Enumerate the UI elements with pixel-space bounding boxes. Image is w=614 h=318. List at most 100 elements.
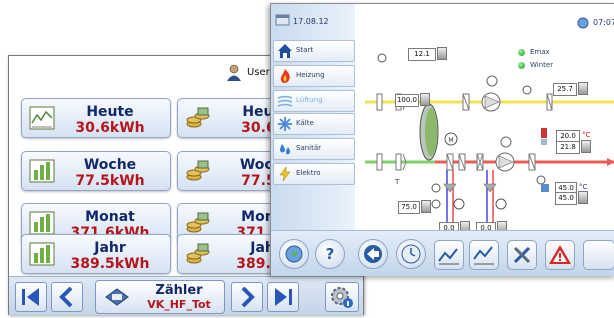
menu-lueftung[interactable]: Lüftung bbox=[273, 90, 355, 112]
back-arrow-icon bbox=[364, 245, 382, 263]
menu-heizung-label: Heizung bbox=[296, 71, 325, 79]
trend-icon bbox=[473, 246, 494, 265]
alarm-button[interactable] bbox=[545, 240, 575, 270]
time-label: 07:07:1 bbox=[593, 18, 614, 27]
menu-heizung[interactable]: Heizung bbox=[273, 65, 355, 87]
date-label: 17.08.12 bbox=[293, 17, 329, 26]
calendar-icon bbox=[275, 14, 290, 26]
chevron-left-icon bbox=[59, 286, 73, 308]
hvac-window: 17.08.12 Start Heizung Lüftung Kälte San… bbox=[270, 3, 614, 276]
energy-month-label: Monat bbox=[85, 209, 135, 225]
globe-button[interactable] bbox=[279, 239, 309, 269]
menu-elektro[interactable]: Elektro bbox=[273, 163, 355, 185]
menu-elektro-label: Elektro bbox=[296, 169, 321, 177]
first-button[interactable] bbox=[15, 282, 47, 312]
meter-icon bbox=[105, 288, 129, 306]
bar-chart-icon bbox=[29, 159, 55, 183]
previous-button[interactable] bbox=[51, 282, 83, 312]
wind-icon bbox=[277, 95, 293, 107]
snowflake-icon bbox=[278, 117, 292, 131]
outdoor-temp-value[interactable]: 12.1 bbox=[408, 48, 436, 61]
menu-sanitaer-label: Sanitär bbox=[296, 144, 322, 152]
supply-temp-value[interactable]: 25.7 bbox=[553, 83, 577, 96]
line-chart-icon bbox=[29, 106, 55, 130]
room-temp-spinner[interactable] bbox=[581, 140, 591, 153]
clock-icon bbox=[401, 244, 421, 264]
skip-first-icon bbox=[22, 288, 39, 306]
energy-today-value: 30.6kWh bbox=[75, 120, 145, 136]
room-temp-icon bbox=[541, 128, 547, 138]
damper-value[interactable]: 100.0 bbox=[395, 94, 419, 107]
energy-week-button[interactable]: Woche 77.5kWh bbox=[21, 151, 171, 191]
skip-last-icon bbox=[275, 288, 292, 306]
heating-unit: °C bbox=[579, 183, 588, 191]
tools-icon bbox=[513, 246, 531, 264]
counter-title: Zähler bbox=[155, 283, 203, 298]
energy-today-label: Heute bbox=[86, 104, 134, 120]
menu-lueftung-label: Lüftung bbox=[296, 96, 323, 104]
menu-start[interactable]: Start bbox=[273, 40, 355, 62]
globe-icon bbox=[285, 245, 303, 263]
svg-text:M: M bbox=[448, 137, 453, 144]
room-temp-unit: °C bbox=[582, 131, 591, 139]
energy-year-button[interactable]: Jahr 389.5kWh bbox=[21, 234, 171, 274]
counter-name: VK_HF_Tot bbox=[147, 298, 211, 311]
pressure-sensor-icon bbox=[486, 75, 498, 87]
chevron-right-icon bbox=[241, 286, 255, 308]
counter-settings-button[interactable] bbox=[325, 282, 359, 312]
bar-chart-icon bbox=[29, 242, 55, 266]
coins-icon bbox=[186, 160, 210, 181]
counter-nav-bar: Zähler VK_HF_Tot bbox=[9, 276, 363, 315]
outdoor-temp-spinner[interactable] bbox=[437, 47, 447, 60]
schedule-button[interactable] bbox=[396, 239, 426, 269]
counter-select-button[interactable]: Zähler VK_HF_Tot bbox=[95, 280, 225, 314]
room-temp-actual-value[interactable]: 21.8 bbox=[556, 141, 580, 154]
gear-info-icon bbox=[331, 287, 353, 308]
menu-kaelte[interactable]: Kälte bbox=[273, 113, 355, 135]
sensor-t-label: T bbox=[395, 178, 400, 186]
drops-icon bbox=[280, 144, 291, 155]
svg-text:?: ? bbox=[326, 245, 335, 263]
pump-icon bbox=[443, 183, 457, 193]
energy-year-value: 389.5kWh bbox=[70, 256, 150, 272]
trend-button-2[interactable] bbox=[469, 240, 499, 270]
tools-button[interactable] bbox=[507, 240, 537, 270]
flame-icon bbox=[280, 69, 290, 83]
damper-icon bbox=[376, 153, 383, 171]
supply-temp-spinner[interactable] bbox=[578, 82, 588, 95]
coins-icon bbox=[186, 212, 210, 233]
next-button[interactable] bbox=[231, 282, 263, 312]
heating-indicator-icon bbox=[541, 184, 549, 192]
outdoor-sensor-icon bbox=[377, 53, 387, 63]
warning-icon bbox=[549, 245, 571, 264]
trend-icon bbox=[438, 248, 459, 265]
menu-kaelte-label: Kälte bbox=[296, 119, 314, 127]
pre-heater-spinner[interactable] bbox=[421, 200, 431, 213]
pre-heater-value[interactable]: 75.0 bbox=[398, 201, 420, 214]
energy-year-label: Jahr bbox=[94, 240, 126, 256]
damper-icon bbox=[376, 93, 383, 111]
damper-spinner[interactable] bbox=[420, 93, 430, 106]
sidebar-footer: ? bbox=[271, 230, 355, 276]
help-button[interactable]: ? bbox=[315, 239, 345, 269]
trend-button-1[interactable] bbox=[434, 240, 464, 270]
energy-week-value: 77.5kWh bbox=[75, 173, 145, 189]
coins-icon bbox=[186, 107, 210, 128]
question-icon: ? bbox=[326, 245, 335, 263]
last-button[interactable] bbox=[267, 282, 299, 312]
heating-spinner[interactable] bbox=[578, 191, 588, 204]
coins-icon bbox=[186, 243, 210, 264]
temp-sensor-icon bbox=[522, 85, 532, 95]
extra-button[interactable] bbox=[583, 240, 614, 270]
back-button[interactable] bbox=[358, 239, 388, 269]
energy-week-label: Woche bbox=[83, 157, 137, 173]
heating-value-2[interactable]: 45.0 bbox=[555, 192, 577, 205]
clock-icon bbox=[577, 17, 589, 29]
energy-today-button[interactable]: Heute 30.6kWh bbox=[21, 98, 171, 138]
bar-chart-icon bbox=[29, 211, 55, 235]
menu-sanitaer[interactable]: Sanitär bbox=[273, 138, 355, 160]
filter-icon bbox=[395, 153, 402, 171]
user-icon[interactable] bbox=[225, 64, 243, 82]
valve-motor-icon bbox=[453, 198, 465, 210]
menu-start-label: Start bbox=[296, 46, 314, 54]
